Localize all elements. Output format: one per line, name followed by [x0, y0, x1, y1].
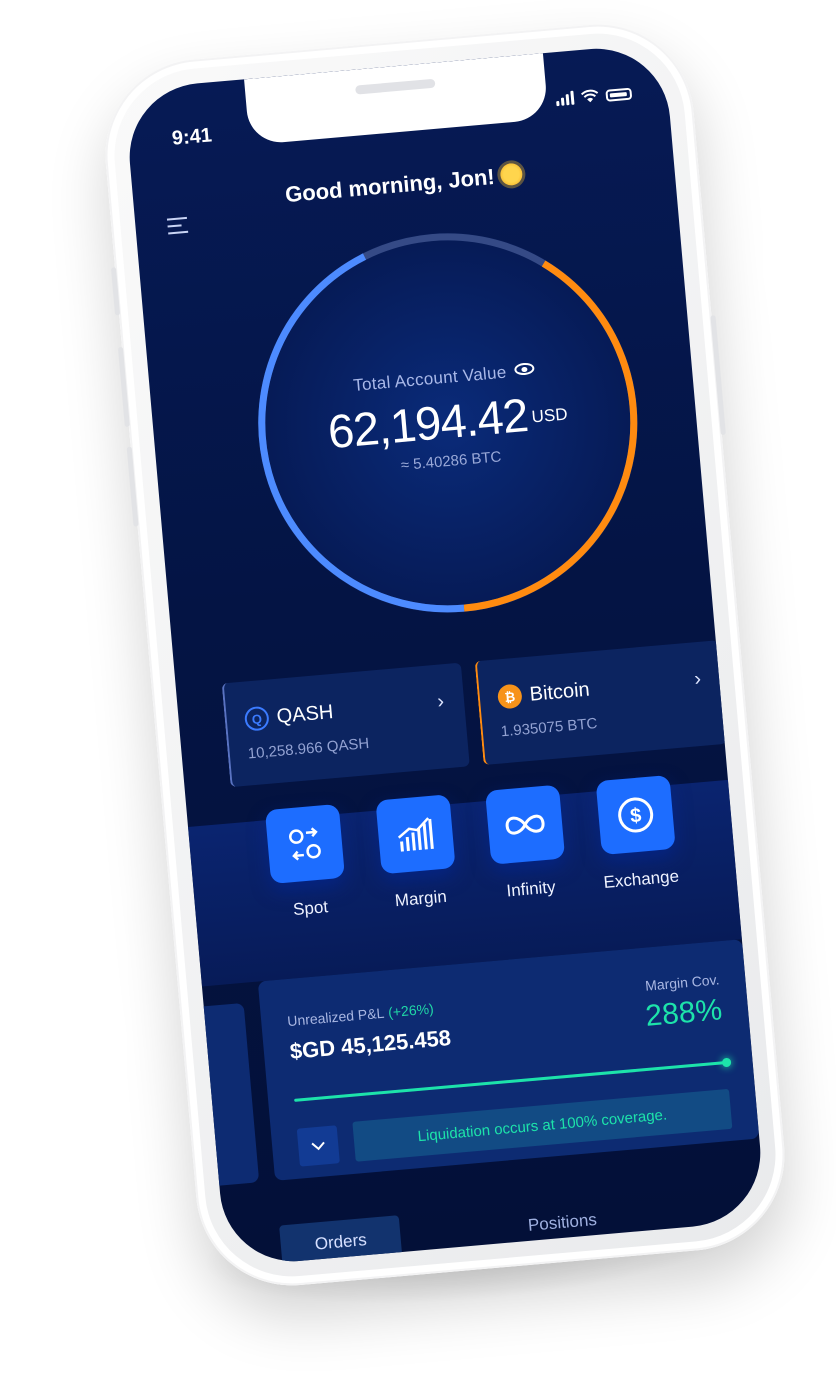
wifi-icon	[580, 89, 599, 103]
status-time: 9:41	[171, 124, 213, 150]
scene: 9:41 Good morning, Jon! Total Account Va…	[0, 0, 836, 1382]
asset-name-text: Bitcoin	[528, 678, 591, 706]
asset-name-text: QASH	[275, 700, 335, 728]
svg-text:$: $	[629, 805, 642, 828]
account-currency: USD	[530, 404, 569, 427]
dollar-coin-icon[interactable]: $	[595, 774, 676, 856]
margin-coverage-value: 288%	[644, 993, 724, 1033]
chevron-down-icon	[311, 1141, 325, 1151]
progress-knob[interactable]	[721, 1057, 732, 1068]
qash-icon: Q	[243, 705, 270, 732]
account-ring[interactable]: Total Account Value 62,194.42USD ≈ 5.402…	[231, 206, 664, 639]
asset-card-bitcoin[interactable]: ₿ Bitcoin 1.935075 BTC ›	[474, 640, 727, 766]
menu-icon[interactable]	[166, 216, 189, 240]
asset-amount: 10,258.966 QASH	[247, 734, 370, 763]
pl-card[interactable]: Unrealized P&L (+26%) $GD 45,125.458 Marg…	[257, 939, 760, 1181]
eye-icon[interactable]	[513, 362, 535, 376]
volume-up-button	[117, 346, 130, 428]
infinity-icon[interactable]	[485, 784, 566, 865]
liquidation-notice: Liquidation occurs at 100% coverage.	[352, 1088, 733, 1162]
mute-switch	[110, 267, 121, 316]
next-card-peek[interactable]	[761, 952, 767, 1137]
action-exchange[interactable]: $ Exchange	[578, 773, 697, 894]
action-margin[interactable]: Margin	[357, 793, 476, 914]
bitcoin-icon: ₿	[496, 683, 523, 710]
previous-card-peek[interactable]	[183, 1002, 260, 1188]
asset-card-qash[interactable]: Q QASH 10,258.966 QASH ›	[221, 662, 470, 788]
asset-name: ₿ Bitcoin	[496, 668, 704, 710]
action-infinity[interactable]: Infinity	[467, 783, 586, 904]
pl-label-text: Unrealized P&L	[286, 1004, 385, 1030]
action-spot[interactable]: Spot	[247, 802, 366, 923]
phone-frame: 9:41 Good morning, Jon! Total Account Va…	[97, 16, 793, 1294]
tab-orders[interactable]: Orders	[279, 1215, 403, 1268]
asset-name: Q QASH	[243, 690, 447, 732]
action-label: Spot	[292, 897, 329, 920]
volume-down-button	[126, 446, 139, 527]
status-icons	[555, 86, 633, 107]
speaker	[355, 78, 436, 95]
battery-icon	[605, 87, 633, 102]
bar-chart-icon[interactable]	[375, 794, 456, 875]
app-screen: 9:41 Good morning, Jon! Total Account Va…	[123, 42, 767, 1268]
pl-change: (+26%)	[387, 1000, 435, 1021]
swap-icon[interactable]	[264, 803, 346, 885]
greeting-text: Good morning, Jon!	[284, 163, 496, 208]
asset-amount: 1.935075 BTC	[500, 715, 599, 741]
sun-emoji-icon	[499, 162, 524, 187]
signal-icon	[555, 90, 575, 107]
notch	[244, 53, 549, 146]
action-label: Infinity	[505, 877, 557, 901]
expand-button[interactable]	[296, 1125, 340, 1167]
tab-positions[interactable]: Positions	[492, 1195, 632, 1251]
power-button	[710, 315, 726, 436]
